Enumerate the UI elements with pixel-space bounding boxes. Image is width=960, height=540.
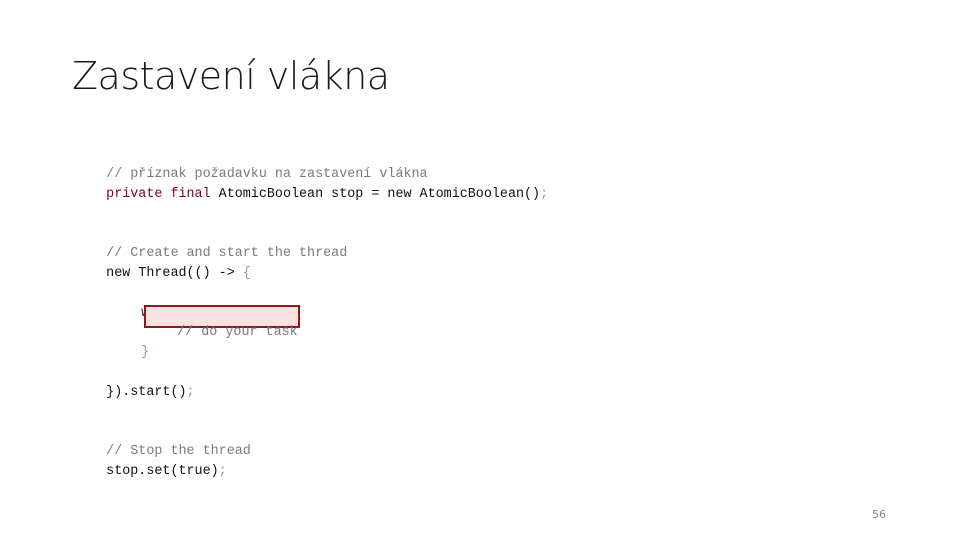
code-comment: // do your task [177, 325, 298, 340]
code-line-comment-stop: // Stop the thread [74, 425, 251, 459]
code-line-close-brace: } [109, 326, 149, 360]
code-keyword: private final [106, 187, 211, 202]
code-punctuation: ; [540, 187, 549, 202]
code-line-stop-call: stop.set(true); [74, 445, 227, 479]
slide-title: Zastavení vlákna [72, 54, 390, 98]
page-number: 56 [872, 508, 886, 521]
code-punctuation: { [242, 266, 251, 281]
code-line-while: while(!stop.get()) { [109, 287, 302, 321]
code-line-comment-create: // Create and start the thread [74, 227, 347, 261]
code-text: }).start() [106, 385, 187, 400]
code-line-comment-flag: // příznak požadavku na zastavení vlákna [74, 148, 427, 182]
code-punctuation: ; [186, 385, 195, 400]
code-line-thread-start: new Thread(() -> { [74, 247, 251, 281]
code-punctuation: ; [218, 464, 227, 479]
code-line-task-comment: // do your task [145, 306, 298, 340]
code-line-end-start: }).start(); [74, 366, 194, 400]
code-line-declaration: private final AtomicBoolean stop = new A… [74, 168, 548, 202]
code-text: stop.set(true) [106, 464, 219, 479]
code-text: new Thread(() -> [106, 266, 243, 281]
code-block-continued: // do your task } }).start(); // Stop th… [74, 0, 298, 479]
code-text: AtomicBoolean stop = new AtomicBoolean() [210, 187, 541, 202]
code-punctuation: } [141, 345, 150, 360]
